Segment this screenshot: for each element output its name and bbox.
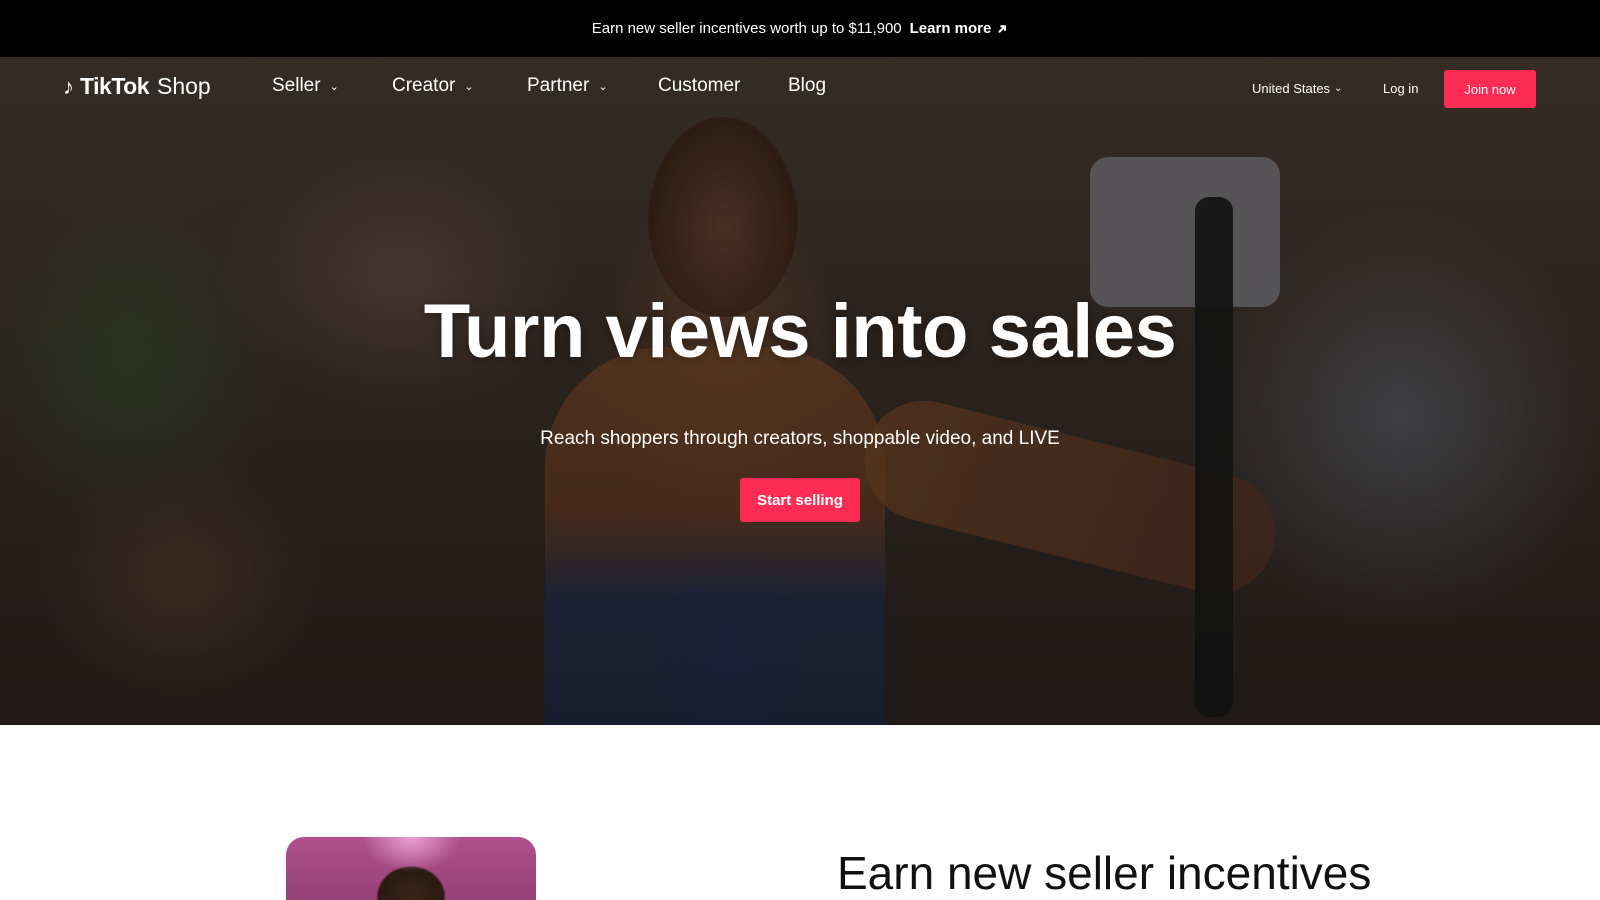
chevron-down-icon: ⌄ bbox=[598, 80, 608, 93]
nav-item-seller[interactable]: Seller ⌄ bbox=[272, 75, 339, 97]
nav-item-label: Partner bbox=[527, 75, 590, 96]
region-label: United States bbox=[1252, 81, 1331, 96]
chevron-down-icon: ⌄ bbox=[464, 80, 474, 93]
region-selector[interactable]: United States ⌄ bbox=[1252, 81, 1342, 96]
learn-more-label: Learn more bbox=[909, 20, 992, 37]
logo-product: Shop bbox=[157, 73, 211, 99]
hero-title: Turn views into sales bbox=[423, 289, 1177, 374]
chevron-down-icon: ⌄ bbox=[329, 80, 339, 93]
nav-item-creator[interactable]: Creator ⌄ bbox=[392, 75, 474, 97]
nav-item-label: Creator bbox=[392, 75, 456, 96]
hero-background-image bbox=[0, 57, 1600, 725]
nav-item-partner[interactable]: Partner ⌄ bbox=[527, 75, 608, 97]
nav-item-label: Blog bbox=[788, 75, 827, 96]
announcement-bar: Earn new seller incentives worth up to $… bbox=[0, 0, 1600, 57]
start-selling-button[interactable]: Start selling bbox=[740, 478, 860, 522]
tiktok-note-icon: ♪ bbox=[63, 73, 74, 99]
nav-item-label: Seller bbox=[272, 75, 321, 96]
section-title: Earn new seller incentives bbox=[837, 847, 1372, 899]
tiktok-shop-logo[interactable]: ♪ TikTok Shop bbox=[63, 73, 211, 100]
main-nav: ♪ TikTok Shop Seller ⌄ Creator ⌄ Partner… bbox=[0, 57, 1600, 119]
hero-subtitle: Reach shoppers through creators, shoppab… bbox=[540, 428, 1060, 449]
creator-thumbnail-image bbox=[286, 837, 536, 900]
nav-item-customer[interactable]: Customer bbox=[658, 75, 740, 97]
chevron-down-icon: ⌄ bbox=[1334, 83, 1343, 94]
logo-brand: TikTok bbox=[80, 73, 150, 99]
arrow-up-right-icon: ➜ bbox=[993, 18, 1012, 38]
announcement-text: Earn new seller incentives worth up to $… bbox=[591, 20, 902, 37]
join-now-button[interactable]: Join now bbox=[1444, 70, 1536, 108]
hero-overlay bbox=[0, 57, 1600, 725]
nav-item-blog[interactable]: Blog bbox=[788, 75, 826, 97]
login-link[interactable]: Log in bbox=[1383, 81, 1418, 96]
learn-more-link[interactable]: Learn more ➜ bbox=[909, 18, 1012, 38]
nav-item-label: Customer bbox=[658, 75, 741, 96]
